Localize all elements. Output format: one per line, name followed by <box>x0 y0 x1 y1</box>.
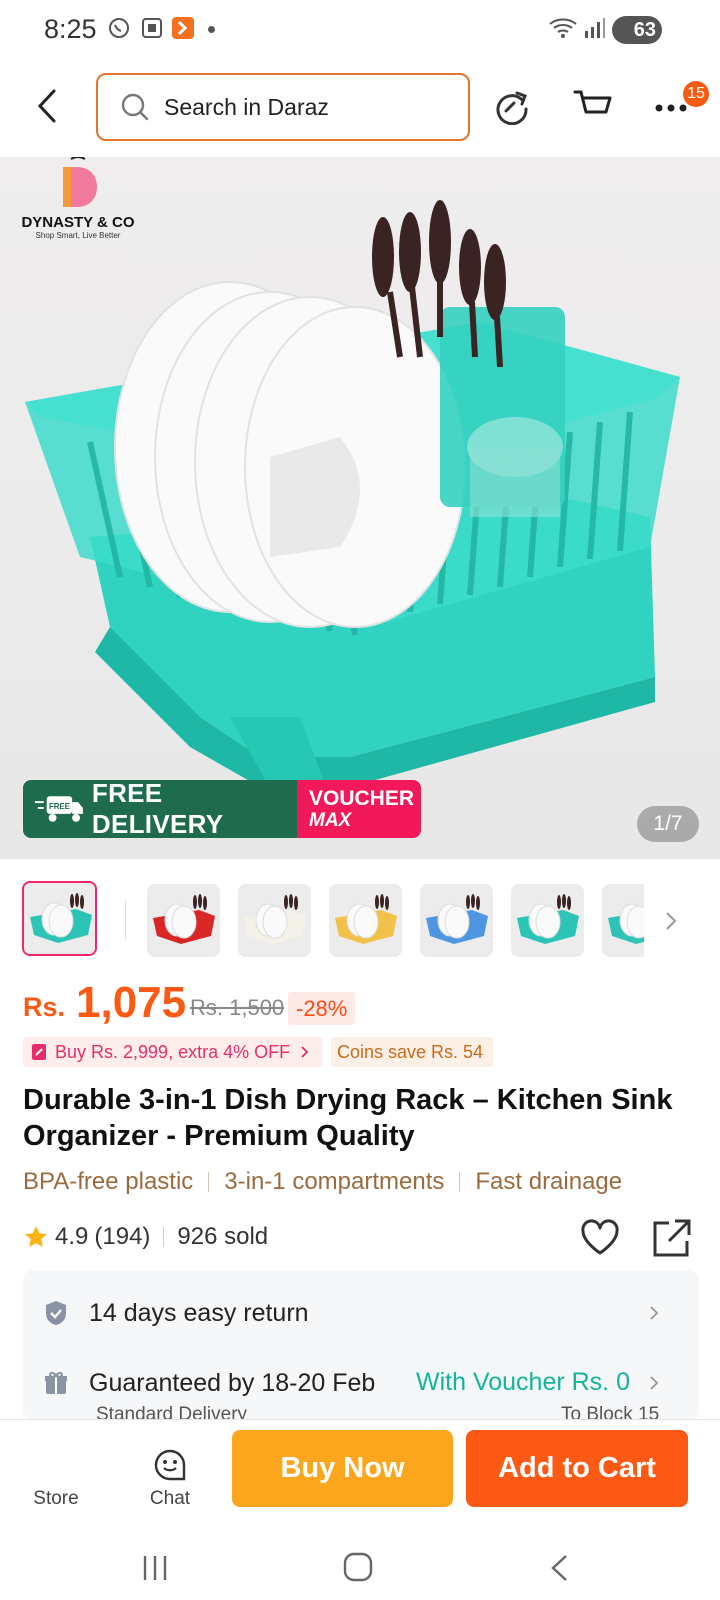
thumbnail[interactable] <box>602 884 644 957</box>
return-policy-label: 14 days easy return <box>89 1298 309 1327</box>
rating-value: 4.9 <box>55 1223 89 1250</box>
feature-tag: 3-in-1 compartments <box>224 1168 445 1195</box>
daraz-app-icon <box>172 17 194 39</box>
chevron-right-icon <box>650 1306 659 1320</box>
voucher-label: VOUCHER <box>309 787 415 810</box>
thumbnail[interactable] <box>329 884 402 957</box>
signal-icon <box>585 18 605 38</box>
share-icon[interactable] <box>493 87 531 125</box>
thumbnail[interactable] <box>511 884 584 957</box>
delivery-location-label: To Block 15 <box>561 1404 660 1420</box>
cart-badge: 15 <box>683 81 709 107</box>
back-nav-icon[interactable] <box>548 1553 570 1583</box>
external-share-icon[interactable] <box>651 1217 693 1259</box>
wifi-icon <box>549 18 577 38</box>
dish-rack-image <box>25 200 680 797</box>
shield-icon <box>46 1301 66 1325</box>
max-label: MAX <box>309 810 352 831</box>
thumbnail-divider <box>125 900 126 940</box>
home-icon[interactable] <box>342 1551 374 1583</box>
chat-label: Chat <box>149 1488 191 1509</box>
chevron-right-icon <box>650 1376 659 1390</box>
store-button[interactable]: Store <box>14 1430 98 1510</box>
heart-icon[interactable] <box>579 1219 621 1257</box>
notification-dot <box>208 26 215 33</box>
chevron-right-icon <box>301 1046 309 1058</box>
add-to-cart-button[interactable]: Add to Cart <box>466 1430 688 1507</box>
status-bar: 8:25 63 <box>0 0 720 62</box>
product-title: Durable 3-in-1 Dish Drying Rack – Kitche… <box>23 1084 673 1152</box>
cart-icon[interactable] <box>573 88 613 124</box>
gift-icon <box>45 1371 67 1394</box>
back-icon[interactable] <box>34 88 60 124</box>
battery-level: 63 <box>633 18 656 41</box>
search-icon <box>121 93 149 121</box>
product-features: BPA-free plastic 3-in-1 compartments Fas… <box>23 1168 622 1196</box>
rating-divider <box>163 1227 165 1247</box>
free-delivery-badge: FREE FREE DELIVERY <box>23 780 297 838</box>
feature-tag: BPA-free plastic <box>23 1168 194 1195</box>
thumbnail-strip <box>0 880 720 964</box>
brand-logo: DYNASTY & CO Shop Smart, Live Better <box>18 157 138 240</box>
delivery-date-label: Guaranteed by 18-20 Feb <box>89 1368 376 1397</box>
status-time: 8:25 <box>44 14 97 44</box>
brand-tagline: Shop Smart, Live Better <box>35 231 121 240</box>
free-label: FREE <box>49 802 70 811</box>
image-counter: 1/7 <box>637 806 699 842</box>
feature-divider <box>459 1172 461 1192</box>
buy-now-button[interactable]: Buy Now <box>232 1430 453 1507</box>
truck-icon: FREE <box>34 796 83 822</box>
bundle-offer-chip[interactable]: Buy Rs. 2,999, extra 4% OFF <box>23 1037 322 1067</box>
voucher-max-badge: VOUCHER MAX <box>297 780 421 838</box>
price-current: 1,075 <box>76 978 187 1027</box>
rating-row[interactable]: 4.9 (194) 926 sold <box>23 1223 268 1251</box>
delivery-method-label: Standard Delivery <box>96 1404 248 1420</box>
free-delivery-label: FREE DELIVERY <box>91 780 224 838</box>
chat-button[interactable]: Chat <box>128 1430 212 1510</box>
search-input[interactable]: Search in Daraz <box>96 73 470 141</box>
search-placeholder: Search in Daraz <box>164 93 329 120</box>
star-icon <box>25 1226 47 1247</box>
discount-badge: -28% <box>288 992 356 1025</box>
brand-name: DYNASTY & CO <box>21 214 135 231</box>
product-image[interactable]: DYNASTY & CO Shop Smart, Live Better <box>0 157 720 859</box>
feature-divider <box>208 1172 210 1192</box>
thumbnail[interactable] <box>420 884 493 957</box>
review-count: (194) <box>94 1223 151 1250</box>
whatsapp-icon <box>109 18 129 38</box>
bundle-offer-label: Buy Rs. 2,999, extra 4% OFF <box>55 1042 291 1062</box>
screenshot-icon <box>142 18 162 38</box>
brand-logo-icon <box>63 157 97 207</box>
return-policy-row[interactable]: 14 days easy return <box>23 1283 699 1343</box>
coins-chip: Coins save Rs. 54 <box>331 1037 493 1067</box>
voucher-icon <box>32 1044 46 1060</box>
service-card: 14 days easy return Guaranteed by 18-20 … <box>23 1270 699 1420</box>
chat-icon <box>154 1449 186 1481</box>
thumbnail[interactable] <box>147 884 220 957</box>
sold-count: 926 sold <box>177 1223 269 1250</box>
price-currency: Rs. <box>23 992 66 1022</box>
chevron-right-icon[interactable] <box>664 910 678 932</box>
recent-apps-icon[interactable] <box>140 1553 170 1583</box>
system-nav-bar <box>0 1529 720 1600</box>
store-label: Store <box>33 1488 79 1509</box>
price-original: Rs. 1,500 <box>190 995 285 1020</box>
promo-banner: FREE FREE DELIVERY VOUCHER MAX <box>23 780 421 838</box>
thumbnail[interactable] <box>238 884 311 957</box>
feature-tag: Fast drainage <box>475 1168 623 1195</box>
more-icon[interactable] <box>655 103 687 113</box>
battery-indicator: 63 <box>612 16 662 44</box>
thumbnail[interactable] <box>22 881 97 956</box>
delivery-voucher-label: With Voucher Rs. 0 <box>416 1368 630 1396</box>
bottom-action-bar: Store Chat Buy Now Add to Cart <box>0 1419 720 1529</box>
